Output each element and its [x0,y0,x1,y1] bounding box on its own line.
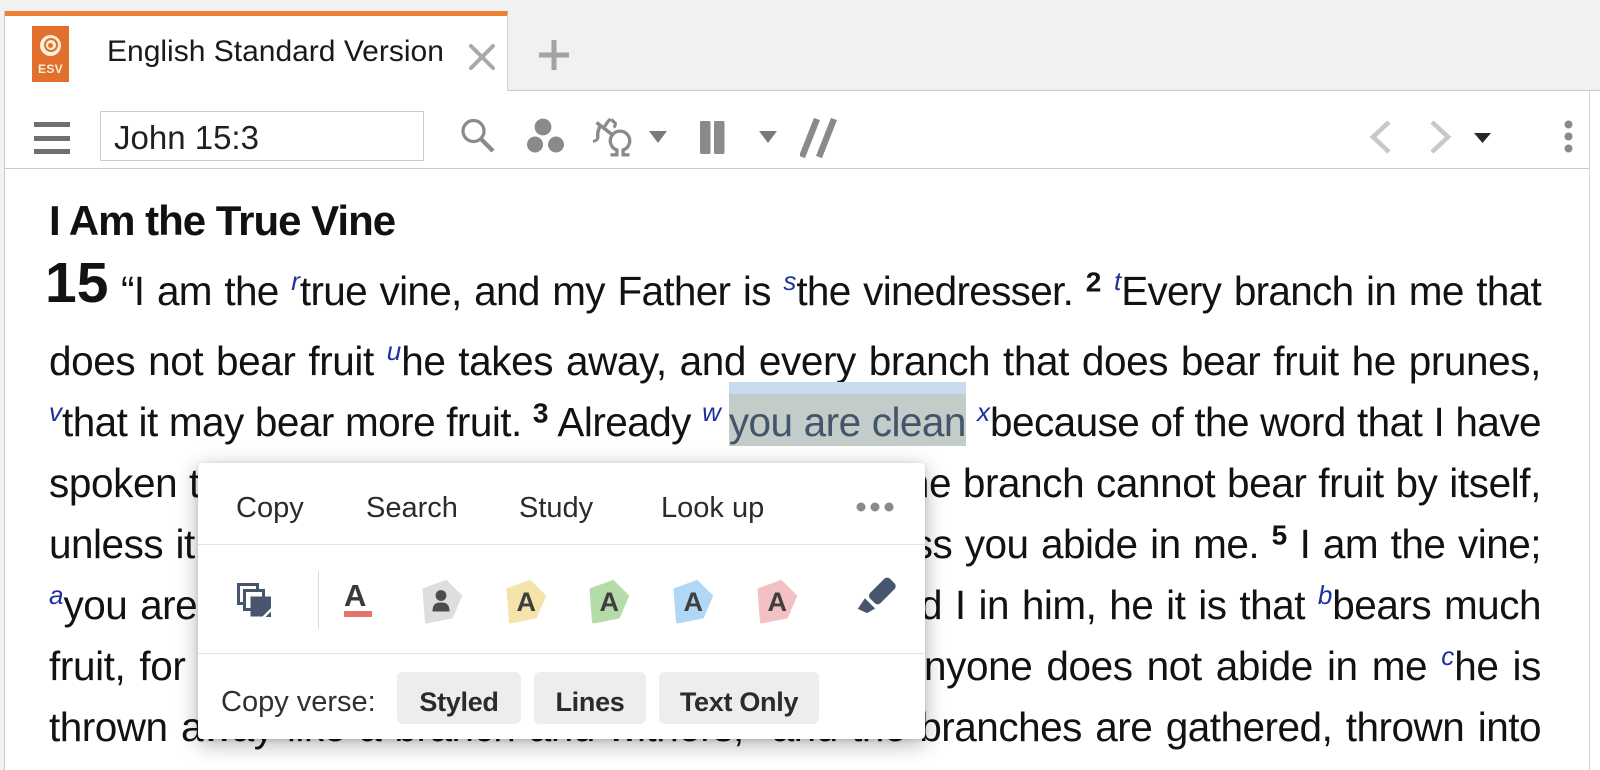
svg-text:A: A [684,587,704,617]
svg-text:A: A [600,587,620,617]
svg-text:A: A [517,587,537,617]
svg-text:A: A [768,587,788,617]
